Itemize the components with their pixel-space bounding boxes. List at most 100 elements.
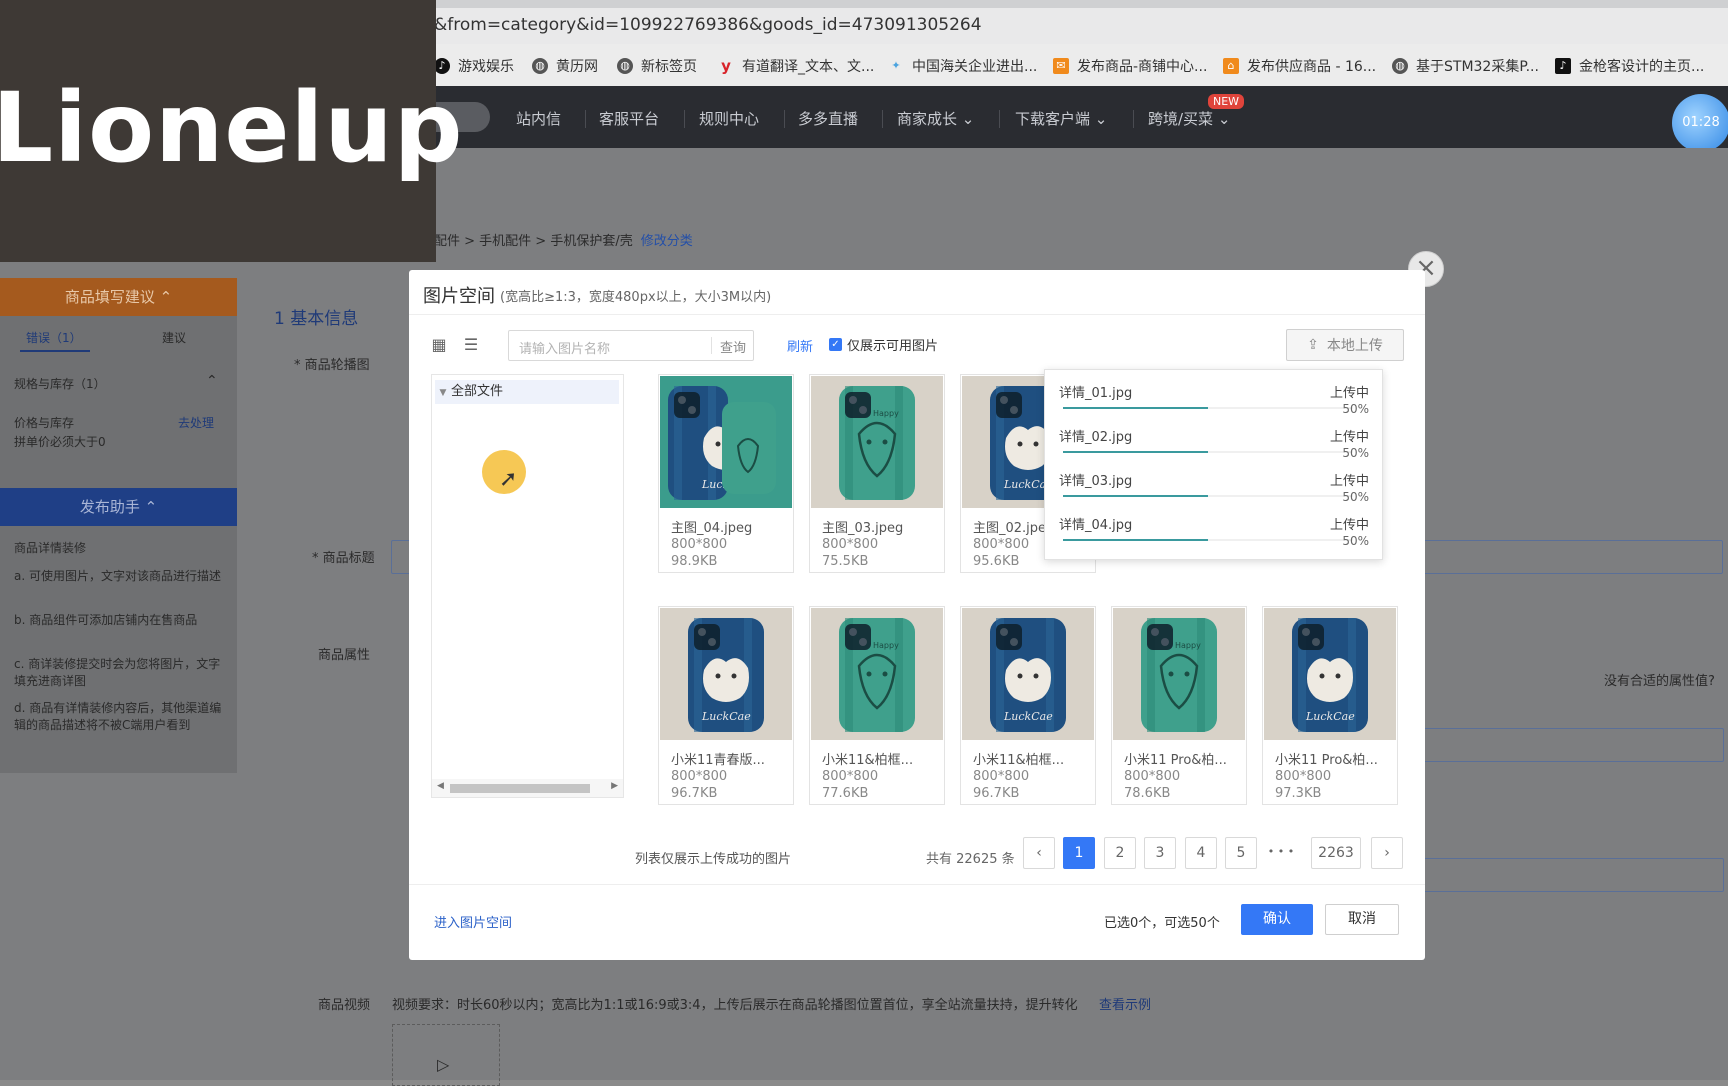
bookmark-item[interactable]: ◍ 新标签页: [617, 56, 697, 76]
pin-icon: ✦: [891, 59, 901, 72]
page-button[interactable]: 2263: [1311, 837, 1361, 869]
image-thumbnail[interactable]: LuckCae: [660, 376, 792, 508]
tree-scrollbar[interactable]: ◀ ▶: [432, 779, 623, 797]
page-button[interactable]: 1: [1063, 837, 1095, 869]
image-thumbnail[interactable]: LuckCae: [660, 608, 792, 740]
only-available-checkbox[interactable]: ✓ 仅展示可用图片: [829, 335, 938, 354]
item-desc: 拼单价必须大于0: [14, 435, 106, 449]
change-category-link[interactable]: 修改分类: [641, 234, 693, 249]
image-size: 98.9KB: [671, 554, 718, 569]
image-dimensions: 800*800: [671, 537, 728, 552]
scroll-left-icon[interactable]: ◀: [437, 781, 444, 791]
total-count: 共有 22625 条: [926, 852, 1015, 867]
list-view-icon[interactable]: ☰: [462, 336, 480, 354]
confirm-button[interactable]: 确认: [1241, 904, 1313, 935]
title-label: * 商品标题: [312, 551, 375, 566]
handle-link[interactable]: 去处理: [178, 415, 228, 432]
image-card[interactable]: Happy 小米11 Pro&柏... 800*800 78.6KB: [1111, 606, 1247, 805]
url-text[interactable]: &from=category&id=109922769386&goods_id=…: [434, 15, 982, 35]
image-name: 主图_04.jpeg: [671, 521, 753, 536]
check-icon: ✓: [829, 338, 842, 351]
video-upload-box[interactable]: ▷: [392, 1024, 500, 1086]
page-button[interactable]: 5: [1225, 837, 1257, 869]
image-size: 77.6KB: [822, 786, 869, 801]
image-search-input[interactable]: 请输入图片名称 查询: [508, 330, 754, 361]
image-card[interactable]: LuckCae 小米11&柏框... 800*800 96.7KB: [960, 606, 1096, 805]
view-example-link[interactable]: 查看示例: [1099, 994, 1151, 1013]
prev-page-button[interactable]: ‹: [1023, 837, 1055, 869]
assistant-header[interactable]: 发布助手 ⌃: [0, 488, 237, 526]
next-page-button[interactable]: ›: [1371, 837, 1403, 869]
caret-down-icon: ▼: [439, 388, 447, 398]
video-title-overlay: Lionelup: [0, 0, 462, 262]
upload-progress-popover: 详情_01.jpg 上传中 50% 详情_02.jpg 上传中 50% 详情_03.jp…: [1044, 369, 1383, 560]
page-button[interactable]: 3: [1144, 837, 1176, 869]
image-size: 75.5KB: [822, 554, 869, 569]
shop-icon: ✉: [1053, 58, 1069, 74]
bookmark-item[interactable]: ⌂ 发布供应商品 - 16...: [1223, 56, 1376, 76]
bookmark-item[interactable]: ✦ 中国海关企业进出...: [888, 56, 1037, 76]
tab-suggest[interactable]: 建议: [162, 330, 222, 347]
refresh-link[interactable]: 刷新: [787, 336, 813, 355]
image-thumbnail[interactable]: Happy: [811, 376, 943, 508]
progress-bar: [1063, 451, 1353, 453]
folder-all-files[interactable]: ▼ 全部文件: [435, 380, 619, 404]
image-card[interactable]: LuckCae 小米11青春版... 800*800 96.7KB: [658, 606, 794, 805]
nav-item-rules[interactable]: 规则中心: [699, 108, 759, 129]
enter-image-space-link[interactable]: 进入图片空间: [434, 912, 512, 931]
upload-icon: ⇪: [1307, 337, 1319, 353]
chevron-down-icon: ⌄: [1094, 110, 1108, 128]
group-title[interactable]: 规格与库存（1）: [14, 376, 224, 393]
image-size: 78.6KB: [1124, 786, 1171, 801]
image-card[interactable]: LuckCae 主图_04.jpeg800*800 98.9KB: [658, 374, 794, 573]
suggest-header[interactable]: 商品填写建议 ⌃: [0, 278, 237, 316]
upload-item: 详情_04.jpg 上传中 50%: [1059, 518, 1369, 548]
cancel-button[interactable]: 取消: [1325, 904, 1399, 935]
bookmark-item[interactable]: y 有道翻译_文本、文...: [718, 56, 874, 76]
image-card[interactable]: LuckCae 小米11 Pro&柏... 800*800 97.3KB: [1262, 606, 1398, 805]
nav-item-messages[interactable]: 站内信: [516, 108, 561, 129]
local-upload-button[interactable]: ⇪ 本地上传: [1286, 329, 1404, 361]
image-card[interactable]: Happy 主图_03.jpeg 800*800 75.5KB: [809, 374, 945, 573]
mouse-cursor-icon: ➚: [499, 467, 518, 492]
tip-item: c. 商详装修提交时会为您将图片，文字填充进商详图: [14, 657, 221, 688]
suggestion-panel: 商品填写建议 ⌃ 错误（1） 建议 规格与库存（1） ⌃ 价格与库存 去处理 拼…: [0, 278, 237, 773]
tip-item: a. 可使用图片，文字对该商品进行描述: [14, 569, 221, 583]
image-thumbnail[interactable]: LuckCae: [962, 608, 1094, 740]
scroll-right-icon[interactable]: ▶: [611, 781, 618, 791]
nav-item-download[interactable]: 下载客户端 ⌄: [1015, 108, 1107, 129]
grid-view-icon[interactable]: ▦: [430, 336, 448, 354]
bookmark-item[interactable]: ◍ 基于STM32采集P...: [1392, 56, 1539, 76]
nav-item-growth[interactable]: 商家成长 ⌄: [897, 108, 974, 129]
active-tab-underline: [20, 350, 90, 352]
chevron-down-icon: ⌄: [961, 110, 975, 128]
image-thumbnail[interactable]: Happy: [1113, 608, 1245, 740]
nav-item-crossborder[interactable]: 跨境/买菜 ⌄: [1148, 108, 1230, 129]
selection-count: 已选0个，可选50个: [1104, 916, 1220, 931]
attrs-label: 商品属性: [318, 648, 371, 663]
no-attr-link[interactable]: 没有合适的属性值?: [1604, 670, 1715, 689]
bookmark-item[interactable]: ◍ 黄历网: [532, 56, 598, 76]
image-card[interactable]: Happy 小米11&柏框... 800*800 77.6KB: [809, 606, 945, 805]
image-thumbnail[interactable]: LuckCae: [1264, 608, 1396, 740]
svg-text:Happy: Happy: [873, 409, 899, 418]
nav-item-live[interactable]: 多多直播: [798, 108, 858, 129]
upload-item: 详情_01.jpg 上传中 50%: [1059, 386, 1369, 416]
tab-errors[interactable]: 错误（1）: [26, 330, 106, 347]
bookmark-item[interactable]: ✉ 发布商品-商铺中心...: [1053, 56, 1207, 76]
image-thumbnail[interactable]: Happy: [811, 608, 943, 740]
chevron-up-icon[interactable]: ⌃: [206, 373, 218, 389]
bookmark-item[interactable]: ♪ 金枪客设计的主页...: [1555, 56, 1704, 76]
progress-bar: [1063, 495, 1353, 497]
svg-text:Happy: Happy: [873, 641, 899, 650]
image-dimensions: 800*800: [822, 537, 879, 552]
page-ellipsis[interactable]: • • •: [1266, 837, 1296, 867]
search-button[interactable]: 查询: [720, 337, 746, 356]
scroll-thumb[interactable]: [450, 784, 590, 793]
play-icon: ▷: [437, 1055, 450, 1074]
page-button[interactable]: 4: [1185, 837, 1217, 869]
overlay-text: Lionelup: [0, 72, 464, 184]
image-dimensions: 800*800: [973, 537, 1030, 552]
page-button[interactable]: 2: [1104, 837, 1136, 869]
nav-item-service[interactable]: 客服平台: [599, 108, 659, 129]
